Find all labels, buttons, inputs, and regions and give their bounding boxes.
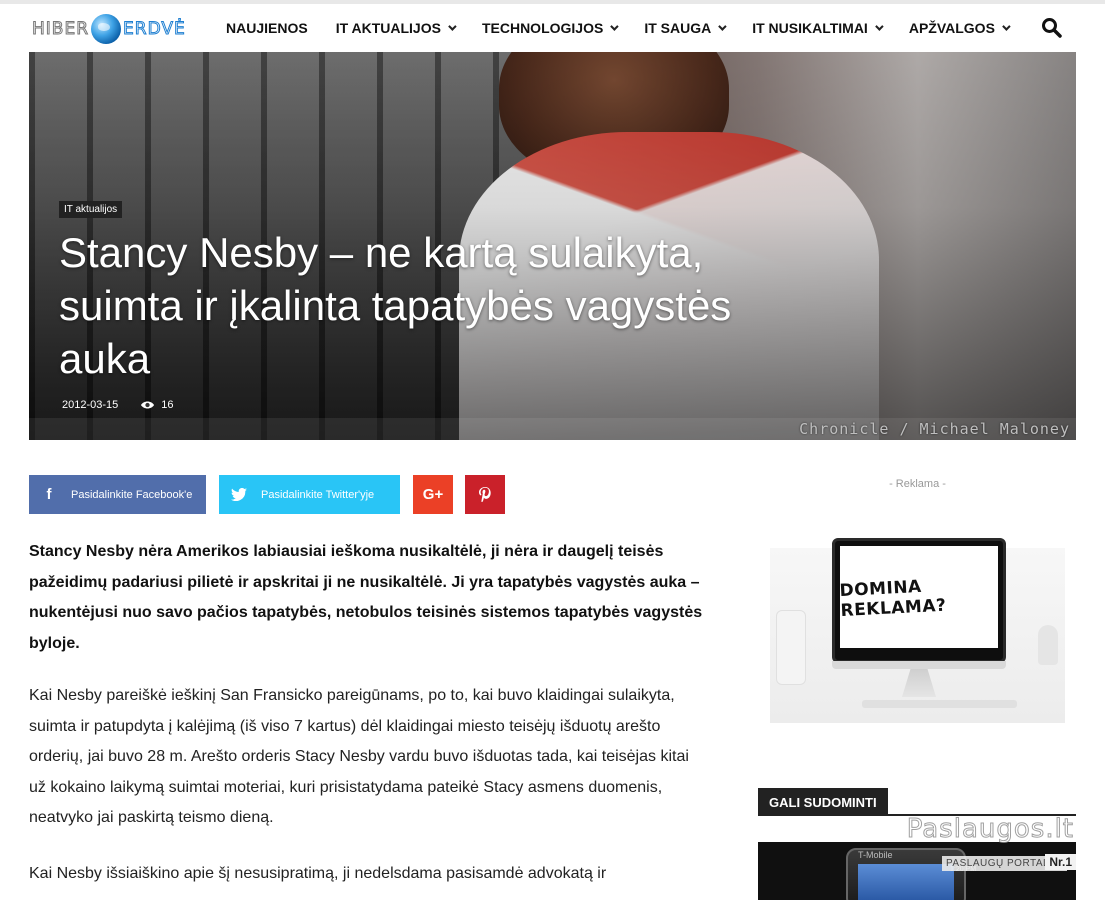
nav-item-it-nusikaltimai[interactable]: IT NUSIKALTIMAI [752,20,884,36]
share-facebook-button[interactable]: f Pasidalinkite Facebook'e [29,475,206,514]
nav-label: IT SAUGA [644,20,712,36]
ad-monitor: DOMINA REKLAMA? [832,538,1006,663]
ad-lamp [1038,625,1058,665]
nav-label: APŽVALGOS [908,20,995,36]
article-meta: 2012-03-15 16 [62,399,174,411]
chevron-down-icon [874,22,884,31]
share-twitter-label: Pasidalinkite Twitter'yje [261,488,375,501]
chevron-down-icon [718,22,727,31]
article-paragraph: Kai Nesby pareiškė ieškinį San Fransicko… [29,687,689,826]
nav-item-it-sauga[interactable]: IT SAUGA [644,20,727,36]
globe-icon [91,14,122,44]
article-lead: Stancy Nesby nėra Amerikos labiausiai ie… [29,543,703,652]
article-title: Stancy Nesby – ne kartą sulaikyta, suimt… [59,229,732,382]
share-twitter-button[interactable]: Pasidalinkite Twitter'yje [219,475,400,514]
chevron-down-icon [1002,22,1011,31]
ad-monitor-chin [832,661,1006,669]
section-title: GALI SUDOMINTI [758,788,888,816]
navbar: HIBER ERDVĖ NAUJIENOS IT AKTUALIJOS TECH… [28,4,1077,52]
share-pinterest-button[interactable] [465,475,505,514]
related-post-thumbnail[interactable]: T-Mobile 1:20 PM [758,842,1076,900]
nav-label: TECHNOLOGIJOS [481,20,604,36]
search-icon[interactable] [1041,17,1063,39]
photo-credit: Chronicle / Michael Maloney [799,420,1070,438]
nav-label: IT NUSIKALTIMAI [752,20,868,36]
category-badge[interactable]: IT aktualijos [59,201,123,218]
hero-image[interactable]: Chronicle / Michael Maloney IT aktualijo… [29,52,1076,440]
nav-label: NAUJIENOS [226,20,308,36]
chevron-down-icon [448,22,457,31]
ad-text: DOMINA REKLAMA? [839,576,947,622]
nav-item-it-aktualijos[interactable]: IT AKTUALIJOS [335,20,457,36]
ad-label: - Reklama - [889,478,946,490]
view-count: 16 [140,399,174,411]
twitter-icon [219,488,259,501]
logo-text-left: HIBER [31,19,90,40]
site-logo[interactable]: HIBER ERDVĖ [31,12,212,46]
pinterest-icon [479,487,491,502]
nav-label: IT AKTUALIJOS [335,20,441,36]
ad-keyboard [862,700,1017,708]
thumb-brand: T-Mobile [858,850,893,860]
logo-text-right: ERDVĖ [123,19,186,40]
watermark-brand: Paslaugos.lt [906,814,1074,845]
share-googleplus-button[interactable]: G+ [413,475,453,514]
facebook-icon: f [46,486,52,503]
ad-banner[interactable]: DOMINA REKLAMA? [770,530,1065,725]
chevron-down-icon [610,22,619,31]
eye-icon [141,401,155,409]
phone-screen [858,864,954,900]
ad-screen: DOMINA REKLAMA? [839,546,998,648]
ad-vase [776,610,806,685]
nav-item-technologijos[interactable]: TECHNOLOGIJOS [481,20,619,36]
article-date: 2012-03-15 [62,399,119,411]
nav-item-apzvalgos[interactable]: APŽVALGOS [908,20,1011,36]
article-paragraph: Kai Nesby išsiaiškino apie šį nesusiprat… [29,865,607,882]
share-facebook-label: Pasidalinkite Facebook'e [71,488,193,501]
thumb-time: 1:20 PM [950,866,977,873]
view-count-value: 16 [161,399,174,411]
main-menu: NAUJIENOS IT AKTUALIJOS TECHNOLOGIJOS IT… [226,4,1036,52]
googleplus-icon: G+ [422,486,444,503]
nav-item-naujienos[interactable]: NAUJIENOS [226,20,308,36]
